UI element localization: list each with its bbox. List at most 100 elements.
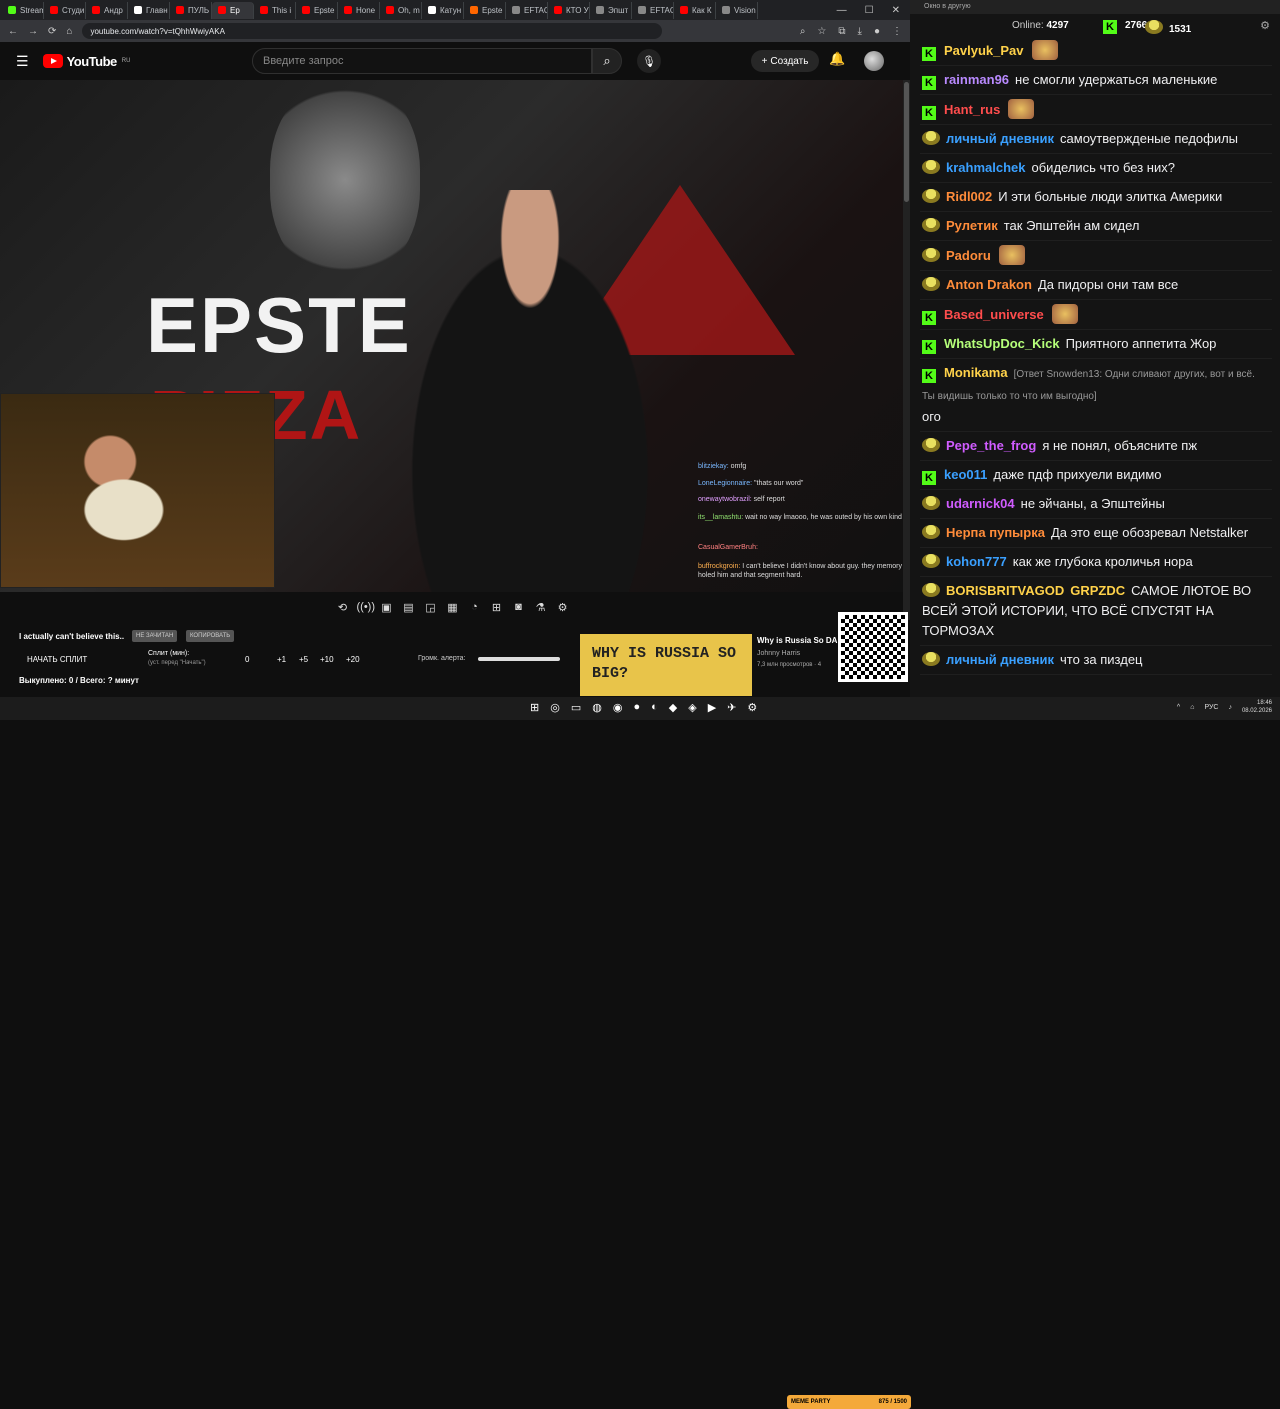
maximize-icon[interactable]: ☐ bbox=[865, 5, 874, 16]
alert-volume-slider[interactable] bbox=[478, 657, 560, 661]
url-field[interactable]: youtube.com/watch?v=tQhhWwiyAKA bbox=[82, 23, 663, 39]
split-plus10-button[interactable]: +10 bbox=[320, 655, 334, 664]
chat-username[interactable]: Based_universe bbox=[944, 307, 1044, 322]
chat-username[interactable]: личный дневник bbox=[946, 131, 1054, 146]
chat-username[interactable]: keo011 bbox=[944, 467, 987, 482]
browser-tab[interactable]: Ep bbox=[212, 1, 254, 19]
create-button[interactable]: + Создать bbox=[751, 50, 819, 72]
search-button[interactable]: ⌕ bbox=[592, 48, 622, 74]
network-icon[interactable]: ⌂ bbox=[1190, 704, 1194, 711]
forward-icon[interactable]: → bbox=[28, 26, 38, 37]
browser-tab[interactable]: EFTAO bbox=[506, 1, 548, 19]
app2-icon[interactable]: ◈ bbox=[688, 701, 696, 714]
clip-icon[interactable]: ▤ bbox=[401, 601, 417, 614]
tray-chevron-icon[interactable]: ^ bbox=[1177, 704, 1180, 711]
chat-settings-gear-icon[interactable]: ⚙ bbox=[1260, 19, 1270, 32]
language-indicator[interactable]: РУС bbox=[1204, 704, 1218, 711]
chat-username[interactable]: Pepe_the_frog bbox=[946, 438, 1036, 453]
browser-tab[interactable]: Как К bbox=[674, 1, 716, 19]
screenshot-icon[interactable]: ◙ bbox=[511, 601, 527, 613]
split-plus1-button[interactable]: +1 bbox=[277, 655, 286, 664]
film-icon[interactable]: ▦ bbox=[445, 601, 461, 614]
youtube-app-icon[interactable]: ▶ bbox=[708, 701, 716, 714]
download-icon[interactable]: ⤓ bbox=[858, 26, 862, 37]
chat-username[interactable]: Padoru bbox=[946, 248, 991, 263]
recommended-video-author[interactable]: Johnny Harris bbox=[757, 650, 800, 657]
add-icon[interactable]: ⊞ bbox=[489, 601, 505, 614]
chat-username[interactable]: Monikama bbox=[944, 365, 1008, 380]
zoom-icon[interactable]: ⌕ bbox=[800, 26, 806, 37]
scrollbar-thumb[interactable] bbox=[904, 82, 909, 202]
browser-tab[interactable]: This i bbox=[254, 1, 296, 19]
extensions-icon[interactable]: ⧉ bbox=[838, 26, 845, 37]
settings-icon[interactable]: ⚙ bbox=[747, 701, 757, 714]
discord-icon[interactable]: ◍ bbox=[592, 701, 602, 714]
menu-icon[interactable]: ⋮ bbox=[892, 26, 902, 37]
chat-username[interactable]: rainman96 bbox=[944, 72, 1009, 87]
chrome-icon[interactable]: ◎ bbox=[550, 701, 560, 714]
search-input[interactable]: Введите запрос bbox=[252, 48, 592, 74]
chat-username[interactable]: Pavlyuk_Pav bbox=[944, 43, 1024, 58]
recommended-video-title[interactable]: Why is Russia So DA bbox=[757, 636, 837, 645]
spotify-icon[interactable]: ● bbox=[633, 701, 640, 714]
steam-icon[interactable]: ◉ bbox=[613, 701, 623, 714]
browser-tab[interactable]: Oh, m bbox=[380, 1, 422, 19]
speed-icon[interactable]: ◔ bbox=[467, 601, 483, 613]
pip-icon[interactable]: ◲ bbox=[423, 601, 439, 614]
browser-tab[interactable]: Андр bbox=[86, 1, 128, 19]
video-thumbnail[interactable]: WHY IS RUSSIA SO BIG? bbox=[580, 634, 752, 696]
obs-icon[interactable]: ◐ bbox=[651, 701, 658, 714]
gear-icon[interactable]: ⚙ bbox=[555, 601, 571, 614]
chat-username[interactable]: BORISBRITVAGOD bbox=[946, 583, 1064, 598]
unread-badge[interactable]: НЕ ЗАЧИТАН bbox=[132, 630, 178, 642]
back-icon[interactable]: ← bbox=[8, 26, 18, 37]
browser-tab[interactable]: Stream bbox=[2, 1, 44, 19]
browser-tab[interactable]: EFTAO bbox=[632, 1, 674, 19]
start-split-button[interactable]: НАЧАТЬ СПЛИТ bbox=[27, 655, 87, 664]
browser-tab[interactable]: Эпшт bbox=[590, 1, 632, 19]
hamburger-menu-icon[interactable]: ☰ bbox=[16, 53, 29, 70]
loop-icon[interactable]: ⟲ bbox=[335, 601, 351, 614]
flask-icon[interactable]: ⚗ bbox=[533, 601, 549, 614]
chat-username[interactable]: Anton Drakon bbox=[946, 277, 1032, 292]
browser-tab[interactable]: ПУЛЬ bbox=[170, 1, 212, 19]
start-icon[interactable]: ⊞ bbox=[530, 701, 539, 714]
app-icon[interactable]: ◆ bbox=[669, 701, 677, 714]
chat-username[interactable]: Рулетик bbox=[946, 218, 998, 233]
chat-username[interactable]: Hant_rus bbox=[944, 102, 1000, 117]
copy-button[interactable]: КОПИРОВАТЬ bbox=[186, 630, 235, 642]
browser-tab[interactable]: Катун bbox=[422, 1, 464, 19]
volume-icon[interactable]: ♪ bbox=[1228, 704, 1232, 711]
notifications-bell-icon[interactable]: 🔔 bbox=[829, 51, 845, 67]
telegram-icon[interactable]: ✈ bbox=[727, 701, 736, 714]
chat-username[interactable]: личный дневник bbox=[946, 652, 1054, 667]
youtube-logo[interactable]: YouTube RU bbox=[42, 54, 130, 69]
browser-tab[interactable]: Epste bbox=[296, 1, 338, 19]
chat-username[interactable]: Ridl002 bbox=[946, 189, 992, 204]
broadcast-icon[interactable]: ((•)) bbox=[357, 601, 376, 613]
split-plus20-button[interactable]: +20 bbox=[346, 655, 360, 664]
chat-username[interactable]: udarnick04 bbox=[946, 496, 1015, 511]
voice-search-button[interactable]: 🎙 bbox=[637, 49, 661, 73]
explorer-icon[interactable]: ▭ bbox=[571, 701, 581, 714]
minimize-icon[interactable]: — bbox=[837, 5, 847, 16]
browser-tab[interactable]: Hone bbox=[338, 1, 380, 19]
browser-tab[interactable]: Vision bbox=[716, 1, 758, 19]
profile-icon[interactable]: ● bbox=[874, 26, 880, 37]
browser-tab[interactable]: Главн bbox=[128, 1, 170, 19]
chat-username[interactable]: krahmalchek bbox=[946, 160, 1026, 175]
reload-icon[interactable]: ⟳ bbox=[48, 26, 56, 37]
chat-username[interactable]: WhatsUpDoc_Kick bbox=[944, 336, 1060, 351]
browser-tab[interactable]: Студи bbox=[44, 1, 86, 19]
close-icon[interactable]: ✕ bbox=[892, 5, 900, 16]
home-icon[interactable]: ⌂ bbox=[66, 26, 72, 37]
chat-username[interactable]: Нерпа пупырка bbox=[946, 525, 1045, 540]
clock[interactable]: 18:46 08.02.2026 bbox=[1242, 699, 1272, 715]
browser-tab[interactable]: Epste bbox=[464, 1, 506, 19]
chat-username[interactable]: kohon777 bbox=[946, 554, 1007, 569]
page-scrollbar[interactable] bbox=[903, 80, 910, 620]
video-settings-icon[interactable]: ▣ bbox=[379, 601, 395, 614]
browser-tab[interactable]: КТО У bbox=[548, 1, 590, 19]
avatar[interactable] bbox=[864, 51, 884, 71]
bookmark-star-icon[interactable]: ☆ bbox=[817, 26, 826, 37]
